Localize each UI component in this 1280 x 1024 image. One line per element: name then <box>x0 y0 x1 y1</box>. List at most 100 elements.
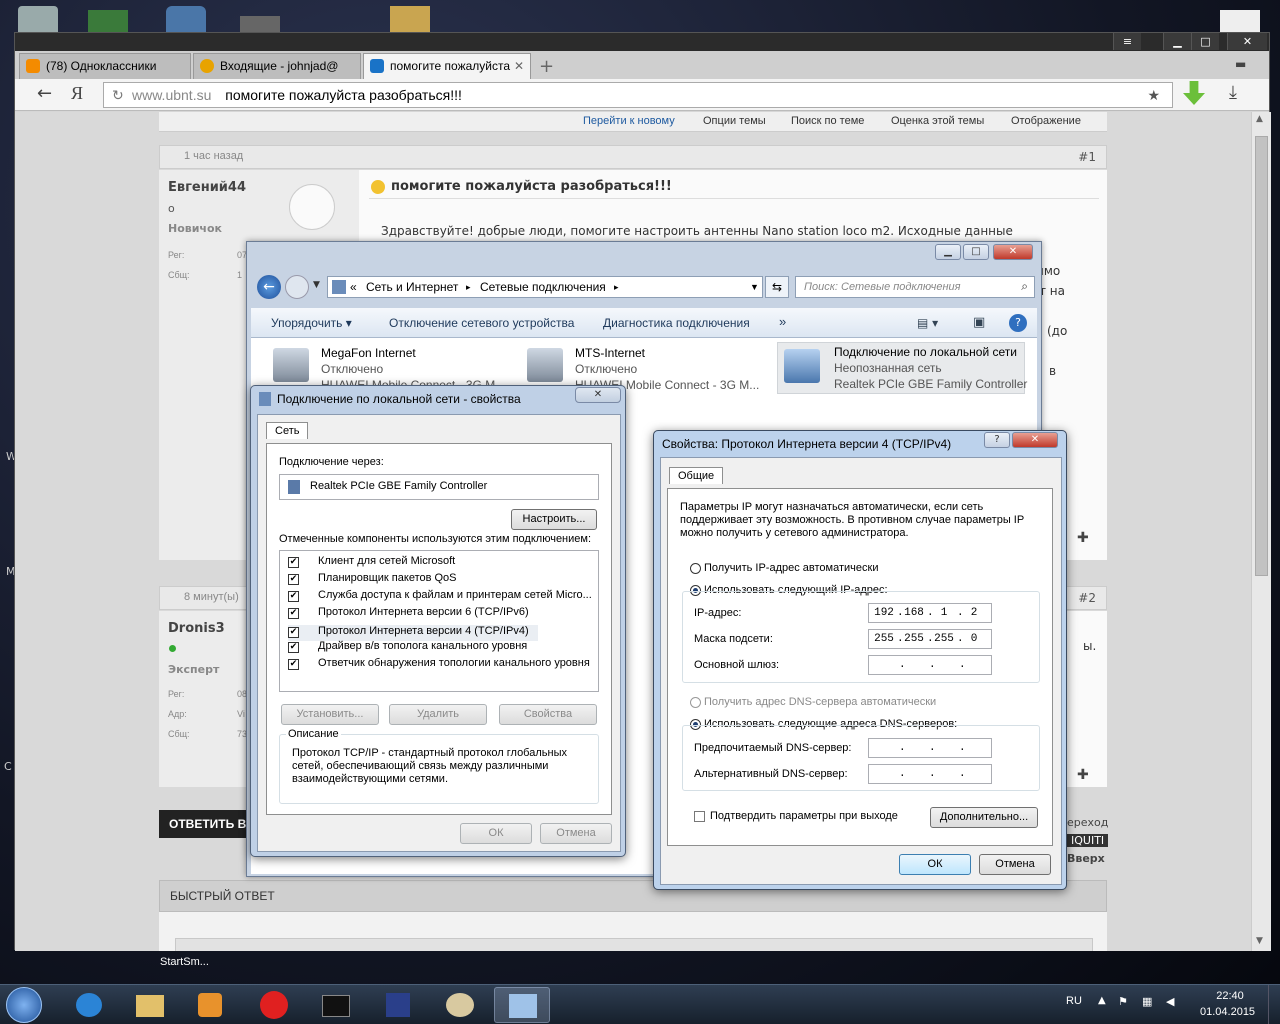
menu-icon[interactable]: ≡ <box>1113 33 1141 50</box>
quote-icon[interactable]: ✚ <box>1077 767 1089 783</box>
scroll-top-link[interactable]: Вверх <box>1067 852 1105 865</box>
network-tray-icon[interactable]: ▦ <box>1142 995 1152 1008</box>
component-row-selected[interactable]: ✔ Протокол Интернета версии 4 (TCP/IPv4) <box>288 625 538 641</box>
network-control-panel-icon[interactable] <box>494 987 550 1023</box>
ok-button[interactable]: ОК <box>899 854 971 875</box>
breadcrumb-separator-icon[interactable]: ▸ <box>614 277 619 297</box>
language-indicator[interactable]: RU <box>1066 995 1082 1007</box>
action-center-icon[interactable]: ⚑ <box>1118 995 1128 1008</box>
tab-mail[interactable]: Входящие - johnjad@ <box>193 53 361 79</box>
gateway-input[interactable]: ... <box>868 655 992 675</box>
breadcrumb-item[interactable]: Сетевые подключения <box>480 277 606 297</box>
author-name[interactable]: Евгений44 <box>168 180 246 195</box>
author-name[interactable]: Dronis3 <box>168 621 225 636</box>
cancel-button[interactable]: Отмена <box>979 854 1051 875</box>
component-checkbox[interactable]: ✔ <box>288 608 299 619</box>
download-icon[interactable]: ⤓ <box>1229 82 1237 103</box>
chevron-down-icon[interactable]: ▼ <box>750 277 759 297</box>
clock-time[interactable]: 22:40 <box>1212 990 1248 1002</box>
history-dropdown-icon[interactable]: ▼ <box>313 280 320 290</box>
explorer-icon[interactable] <box>122 987 178 1023</box>
tab-network[interactable]: Сеть <box>266 422 309 439</box>
tabs-menu-icon[interactable]: ▬ <box>1235 57 1246 71</box>
minimize-icon[interactable]: ▁ <box>935 244 961 260</box>
help-icon[interactable]: ? <box>984 432 1010 448</box>
command-prompt-icon[interactable] <box>308 987 364 1023</box>
tab-odnoklassniki[interactable]: (78) Одноклассники <box>19 53 191 79</box>
ip-address-input[interactable]: 192. 168. 1. 2 <box>868 603 992 623</box>
close-tab-icon[interactable]: ✕ <box>514 54 524 78</box>
next-thread-link[interactable]: ереход <box>1067 816 1108 829</box>
properties-button[interactable]: Свойства <box>499 704 597 725</box>
diagnose-button[interactable]: Диагностика подключения <box>603 316 750 330</box>
ubiquiti-link[interactable]: IQUITI <box>1067 834 1109 847</box>
subnet-mask-input[interactable]: 255. 255. 255. 0 <box>868 629 992 649</box>
tab-ubnt[interactable]: помогите пожалуйста ✕ <box>363 53 531 79</box>
validate-checkbox[interactable] <box>694 811 705 822</box>
start-button[interactable] <box>6 987 42 1023</box>
close-icon[interactable]: ✕ <box>575 387 621 403</box>
configure-button[interactable]: Настроить... <box>511 509 597 530</box>
scroll-down-icon[interactable]: ▼ <box>1256 936 1263 946</box>
save-icon[interactable] <box>370 987 426 1023</box>
download-green-icon[interactable] <box>1183 81 1205 105</box>
rate-thread-menu[interactable]: Оценка этой темы <box>891 115 984 127</box>
volume-icon[interactable]: ◀ <box>1166 995 1174 1008</box>
minimize-icon[interactable]: ▁ <box>1163 33 1191 50</box>
back-icon[interactable]: ← <box>257 275 281 299</box>
advanced-button[interactable]: Дополнительно... <box>930 807 1038 828</box>
component-checkbox[interactable]: ✔ <box>288 591 299 602</box>
help-icon[interactable]: ? <box>1009 314 1027 332</box>
goto-new-link[interactable]: Перейти к новому <box>583 115 675 127</box>
close-icon[interactable]: ✕ <box>1227 33 1267 50</box>
page-scrollbar[interactable]: ▲ ▼ <box>1251 112 1271 951</box>
component-checkbox[interactable]: ✔ <box>288 659 299 670</box>
new-tab-icon[interactable]: + <box>539 56 554 77</box>
show-desktop-button[interactable] <box>1268 985 1280 1024</box>
component-checkbox[interactable]: ✔ <box>288 574 299 585</box>
cancel-button[interactable]: Отмена <box>540 823 612 844</box>
connection-item-selected[interactable]: Подключение по локальной сети Неопознанн… <box>777 342 1027 394</box>
ok-button[interactable]: ОК <box>460 823 532 844</box>
component-checkbox[interactable]: ✔ <box>288 627 299 638</box>
reload-icon[interactable]: ↻ <box>112 83 124 107</box>
preferred-dns-input[interactable]: ... <box>868 738 992 758</box>
tab-general[interactable]: Общие <box>669 467 724 484</box>
ie-icon[interactable] <box>62 987 118 1023</box>
back-icon[interactable]: ← <box>37 83 52 104</box>
clock-date[interactable]: 01.04.2015 <box>1200 1006 1255 1018</box>
components-list[interactable]: ✔ Клиент для сетей Microsoft ✔ Планировщик… <box>279 550 599 692</box>
scrollbar-thumb[interactable] <box>1255 136 1268 576</box>
forward-icon[interactable] <box>285 275 309 299</box>
breadcrumb-back[interactable]: « <box>350 277 357 297</box>
breadcrumb[interactable]: « Сеть и Интернет ▸ Сетевые подключения … <box>327 276 763 298</box>
bookmark-star-icon[interactable]: ★ <box>1147 83 1160 107</box>
more-commands-button[interactable]: » <box>779 314 786 329</box>
breadcrumb-item[interactable]: Сеть и Интернет <box>366 277 458 297</box>
breadcrumb-separator-icon[interactable]: ▸ <box>466 277 471 297</box>
tray-expand-icon[interactable]: ▲ <box>1098 995 1106 1006</box>
search-input[interactable]: Поиск: Сетевые подключения ⌕ <box>795 276 1035 298</box>
scroll-up-icon[interactable]: ▲ <box>1256 114 1263 124</box>
maximize-icon[interactable]: □ <box>1191 33 1219 50</box>
yandex-browser-icon[interactable] <box>246 987 302 1023</box>
close-icon[interactable]: ✕ <box>1012 432 1058 448</box>
organize-menu[interactable]: Упорядочить ▾ <box>271 316 352 330</box>
post-number[interactable]: #1 <box>1078 150 1096 164</box>
close-icon[interactable]: ✕ <box>993 244 1033 260</box>
install-button[interactable]: Установить... <box>281 704 379 725</box>
thread-search-menu[interactable]: Поиск по теме <box>791 115 864 127</box>
disable-device-button[interactable]: Отключение сетевого устройства <box>389 316 574 330</box>
display-mode-menu[interactable]: Отображение <box>1011 115 1081 127</box>
paint-icon[interactable] <box>432 987 488 1023</box>
yandex-icon[interactable]: Я <box>71 83 83 104</box>
url-input[interactable]: ↻ www.ubnt.su помогите пожалуйста разобр… <box>103 82 1173 108</box>
maximize-icon[interactable]: □ <box>963 244 989 260</box>
thread-options-menu[interactable]: Опции темы <box>703 115 766 127</box>
auto-ip-radio[interactable] <box>690 563 701 574</box>
alternate-dns-input[interactable]: ... <box>868 764 992 784</box>
preview-pane-icon[interactable]: ▣ <box>973 315 985 330</box>
media-player-icon[interactable] <box>182 987 238 1023</box>
remove-button[interactable]: Удалить <box>389 704 487 725</box>
component-checkbox[interactable]: ✔ <box>288 642 299 653</box>
